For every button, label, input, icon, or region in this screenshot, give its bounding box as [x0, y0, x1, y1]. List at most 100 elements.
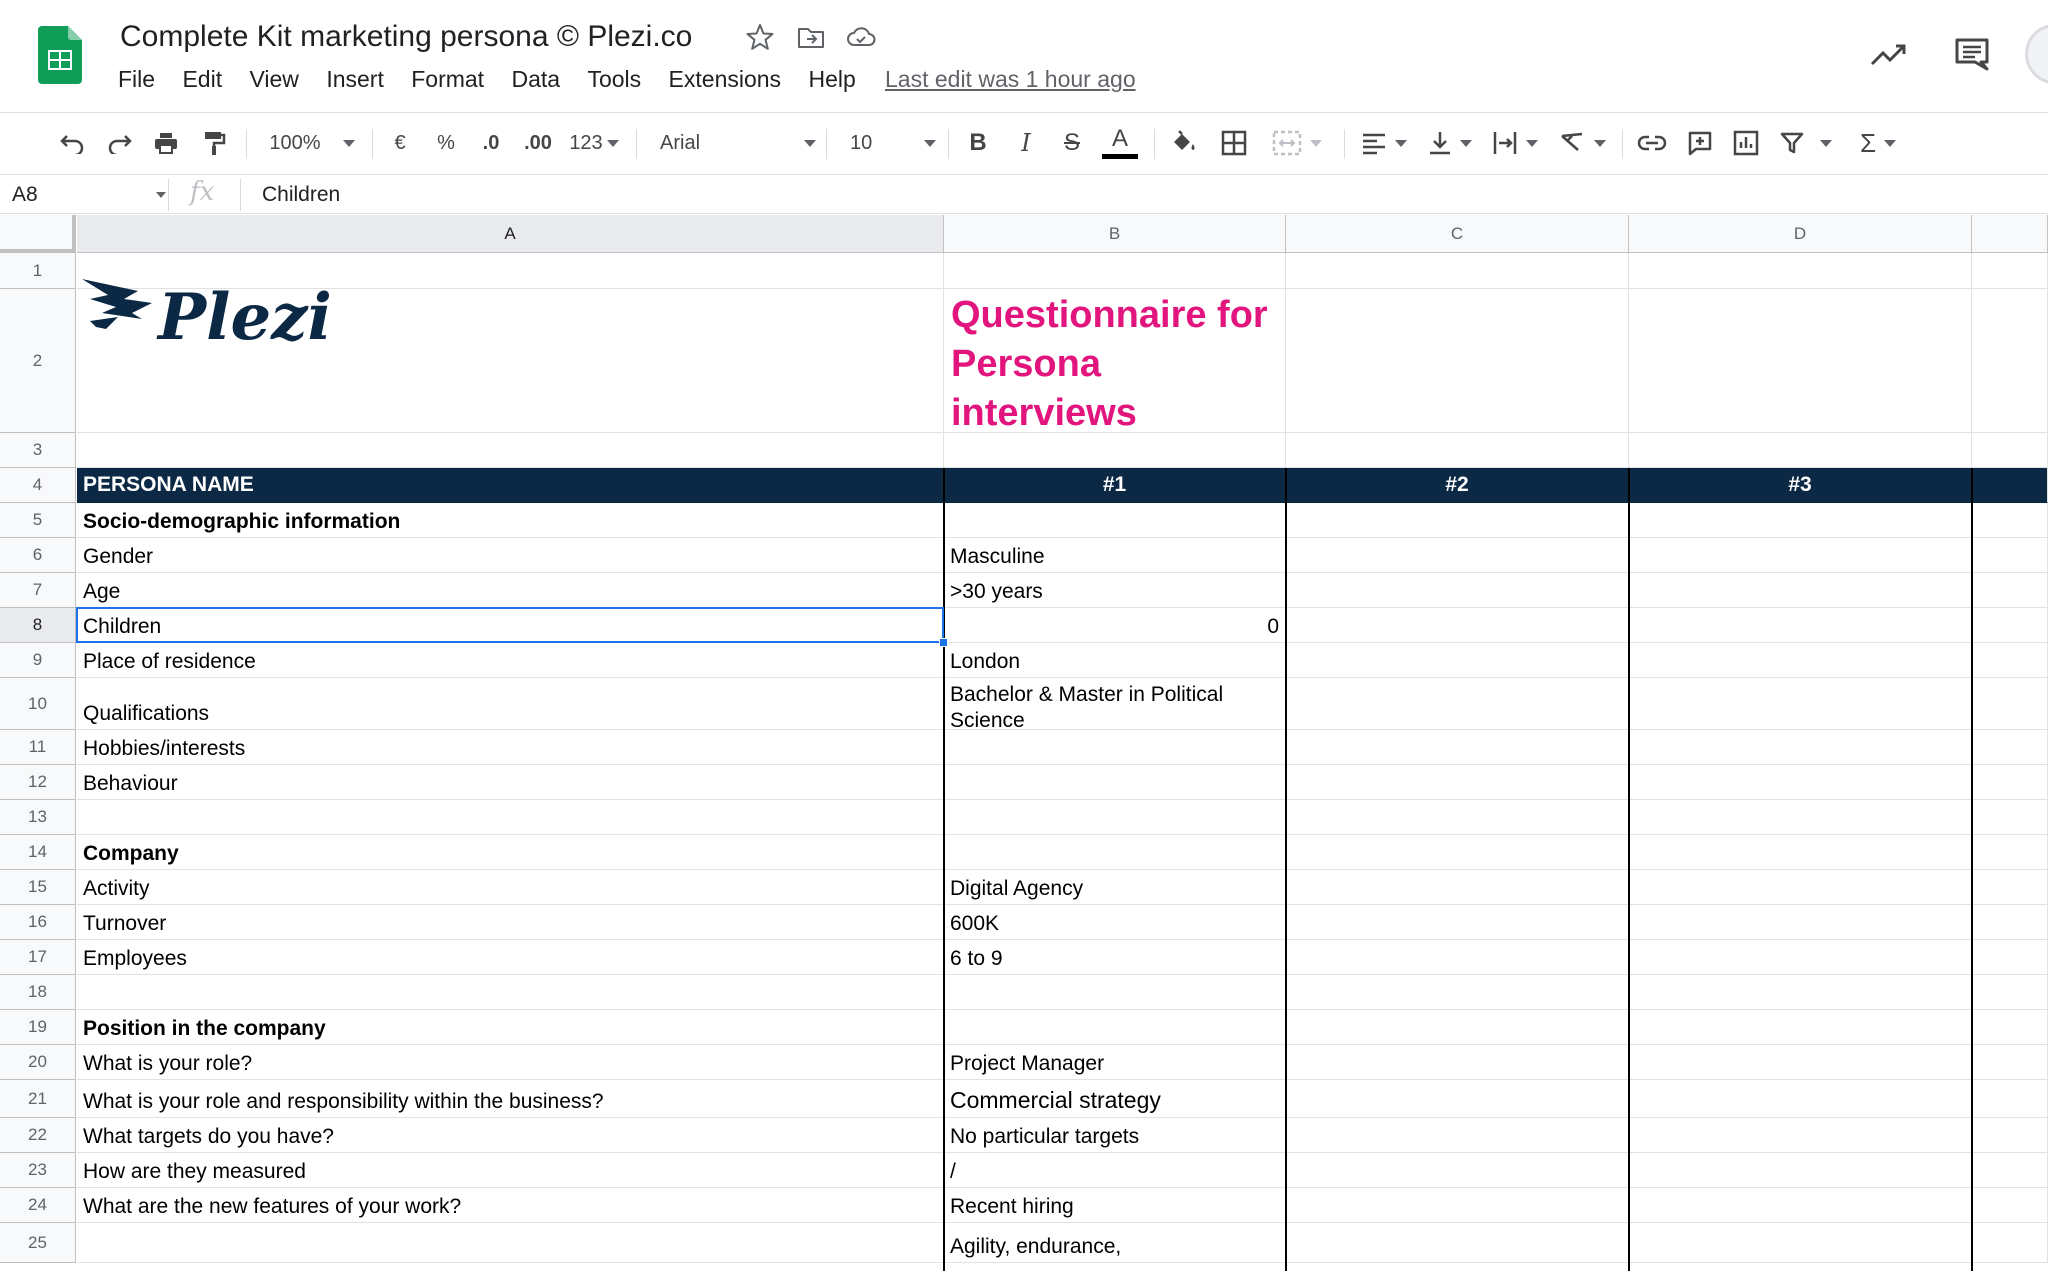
menu-format[interactable]: Format [411, 66, 484, 93]
cell-d7[interactable] [1629, 573, 1972, 608]
insert-comment-icon[interactable] [1682, 123, 1718, 163]
row-header-15[interactable]: 15 [0, 870, 76, 905]
cell-b15[interactable]: Digital Agency [944, 870, 1286, 905]
cell-c2[interactable] [1286, 289, 1629, 433]
cell-c6[interactable] [1286, 538, 1629, 573]
cell-e9[interactable] [1972, 643, 2048, 678]
row-header-21[interactable]: 21 [0, 1080, 76, 1118]
cell-c18[interactable] [1286, 975, 1629, 1010]
cell-c9[interactable] [1286, 643, 1629, 678]
text-color-button[interactable]: A [1100, 123, 1140, 163]
formula-input[interactable]: Children [262, 183, 340, 207]
cell-a17[interactable]: Employees [77, 940, 944, 975]
cell-d24[interactable] [1629, 1188, 1972, 1223]
cell-d12[interactable] [1629, 765, 1972, 800]
cell-b6[interactable]: Masculine [944, 538, 1286, 573]
cell-e13[interactable] [1972, 800, 2048, 835]
cell-a10[interactable]: Qualifications [77, 678, 944, 730]
cell-e16[interactable] [1972, 905, 2048, 940]
cell-e21[interactable] [1972, 1080, 2048, 1118]
menu-edit[interactable]: Edit [182, 66, 222, 93]
horizontal-align-icon[interactable] [1356, 123, 1412, 163]
cell-a13[interactable] [77, 800, 944, 835]
persona-1-header[interactable]: #1 [944, 468, 1286, 503]
document-title[interactable]: Complete Kit marketing persona © Plezi.c… [120, 20, 692, 54]
cell-b21[interactable]: Commercial strategy [944, 1080, 1286, 1118]
row-header-9[interactable]: 9 [0, 643, 76, 678]
cell-d5[interactable] [1629, 503, 1972, 538]
cell-a9[interactable]: Place of residence [77, 643, 944, 678]
row-header-23[interactable]: 23 [0, 1153, 76, 1188]
row-header-2[interactable]: 2 [0, 289, 76, 433]
redo-icon[interactable] [102, 123, 138, 163]
cell-c7[interactable] [1286, 573, 1629, 608]
paint-format-icon[interactable] [196, 123, 232, 163]
cell-e20[interactable] [1972, 1045, 2048, 1080]
cell-e15[interactable] [1972, 870, 2048, 905]
menu-extensions[interactable]: Extensions [669, 66, 782, 93]
row-header-17[interactable]: 17 [0, 940, 76, 975]
font-family-select[interactable]: Arial [660, 123, 816, 163]
cell-a6[interactable]: Gender [77, 538, 944, 573]
cell-d15[interactable] [1629, 870, 1972, 905]
cell-b7[interactable]: >30 years [944, 573, 1286, 608]
menu-insert[interactable]: Insert [326, 66, 384, 93]
cell-d1[interactable] [1629, 253, 1972, 289]
cell-a24[interactable]: What are the new features of your work? [77, 1188, 944, 1223]
row-header-8[interactable]: 8 [0, 608, 76, 643]
cell-a12[interactable]: Behaviour [77, 765, 944, 800]
cell-e23[interactable] [1972, 1153, 2048, 1188]
row-header-19[interactable]: 19 [0, 1010, 76, 1045]
cell-e1[interactable] [1972, 253, 2048, 289]
cell-b13[interactable] [944, 800, 1286, 835]
cell-b16[interactable]: 600K [944, 905, 1286, 940]
cell-b12[interactable] [944, 765, 1286, 800]
cell-e11[interactable] [1972, 730, 2048, 765]
column-header-a[interactable]: A [77, 215, 944, 253]
more-formats-select[interactable]: 123 [566, 123, 622, 163]
persona-3-header[interactable]: #3 [1629, 468, 1972, 503]
cell-b3[interactable] [944, 433, 1286, 468]
cell-a3[interactable] [77, 433, 944, 468]
cell-e12[interactable] [1972, 765, 2048, 800]
menu-view[interactable]: View [249, 66, 298, 93]
cell-d25[interactable] [1629, 1223, 1972, 1263]
cell-c15[interactable] [1286, 870, 1629, 905]
cell-b22[interactable]: No particular targets [944, 1118, 1286, 1153]
cell-e18[interactable] [1972, 975, 2048, 1010]
row-header-12[interactable]: 12 [0, 765, 76, 800]
cell-b17[interactable]: 6 to 9 [944, 940, 1286, 975]
persona-2-header[interactable]: #2 [1286, 468, 1629, 503]
cell-e17[interactable] [1972, 940, 2048, 975]
comments-icon[interactable] [1952, 36, 1992, 72]
menu-tools[interactable]: Tools [587, 66, 641, 93]
menu-help[interactable]: Help [808, 66, 855, 93]
cell-e8[interactable] [1972, 608, 2048, 643]
select-all-corner[interactable] [0, 215, 76, 253]
cell-d13[interactable] [1629, 800, 1972, 835]
cell-c12[interactable] [1286, 765, 1629, 800]
bold-button[interactable]: B [962, 123, 994, 163]
cell-d16[interactable] [1629, 905, 1972, 940]
format-percent-button[interactable]: % [432, 123, 460, 163]
last-edit-link[interactable]: Last edit was 1 hour ago [885, 66, 1136, 93]
spreadsheet-grid[interactable]: ABCD 1 2 3 4 5 6 7 8 9 10 11 12 13 14 15 16 17 18 19 20 21 22… [0, 215, 2048, 1271]
cell-b11[interactable] [944, 730, 1286, 765]
cell-e19[interactable] [1972, 1010, 2048, 1045]
row-header-18[interactable]: 18 [0, 975, 76, 1010]
cell-e10[interactable] [1972, 678, 2048, 730]
cell-d22[interactable] [1629, 1118, 1972, 1153]
row-header-7[interactable]: 7 [0, 573, 76, 608]
cell-b19[interactable] [944, 1010, 1286, 1045]
cell-c14[interactable] [1286, 835, 1629, 870]
cell-d9[interactable] [1629, 643, 1972, 678]
cell-c22[interactable] [1286, 1118, 1629, 1153]
cell-d8[interactable] [1629, 608, 1972, 643]
cell-c16[interactable] [1286, 905, 1629, 940]
cell-d23[interactable] [1629, 1153, 1972, 1188]
cell-d2[interactable] [1629, 289, 1972, 433]
cell-b23[interactable]: / [944, 1153, 1286, 1188]
fill-handle[interactable] [939, 638, 948, 647]
cell-e25[interactable] [1972, 1223, 2048, 1263]
cell-a5[interactable]: Socio-demographic information [77, 503, 944, 538]
